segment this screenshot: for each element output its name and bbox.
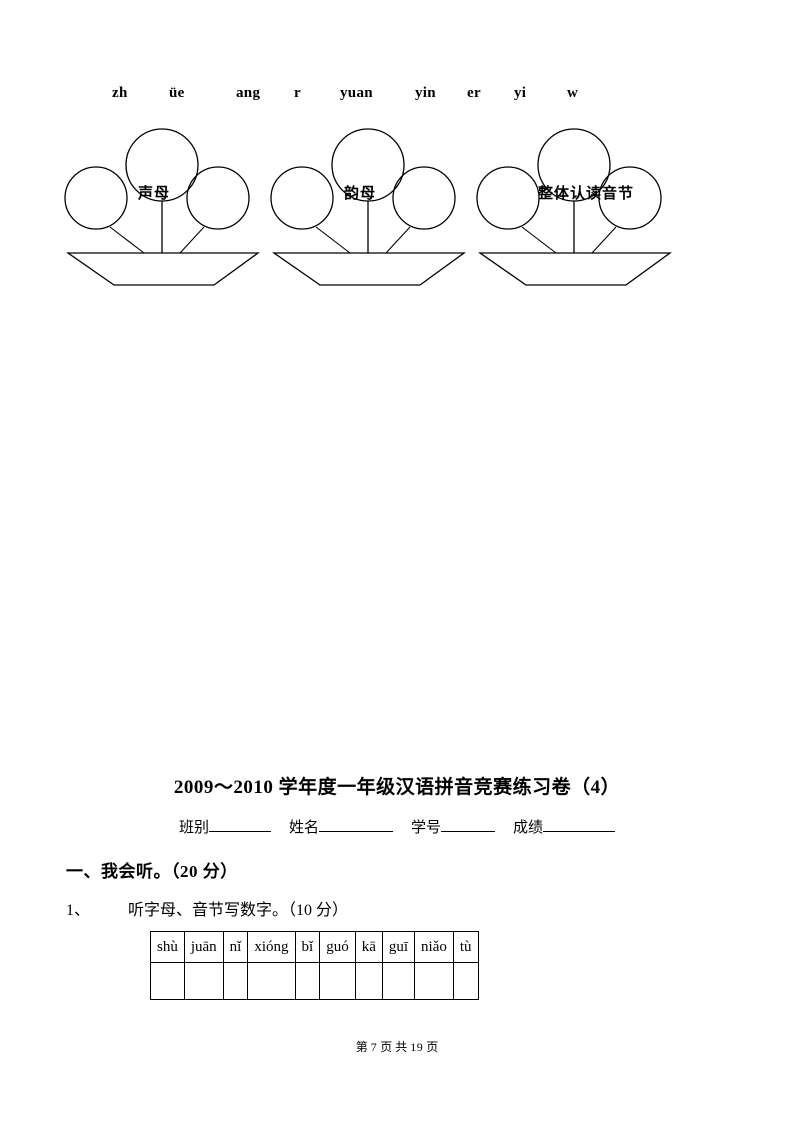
info-field-label: 成绩 [513,820,544,836]
info-field-blank[interactable] [208,817,271,832]
pinyin-letter: yin [415,85,436,101]
balloon-string-left [109,226,145,254]
balloon-circle-left [64,166,128,230]
question-1-text: 听字母、音节写数字。（10 分） [128,902,349,919]
pinyin-letter: yi [514,85,527,101]
footer-total-pages: 19 [410,1040,424,1054]
info-field-blank[interactable] [441,817,496,832]
diagram-group-shengmu: 声母 [62,120,272,310]
balloon-basket-svg [476,128,672,286]
balloon-string-left [315,226,351,254]
info-field: 成绩 [513,816,616,837]
question-1-number: 1、 [66,902,91,919]
answer-cell[interactable] [222,962,249,1000]
pinyin-letter-row: zh üe ang r yuan yin er yi w [112,85,732,109]
answer-cell[interactable] [294,962,321,1000]
syllable-cell: shù [150,931,185,963]
answer-cell[interactable] [183,962,224,1000]
pinyin-letter: ang [236,85,261,101]
syllable-cell: juān [183,931,224,963]
footer-prefix: 第 [355,1040,368,1054]
balloon-basket-svg [270,128,466,286]
balloon-circle-left [476,166,540,230]
answer-cell[interactable] [354,962,383,1000]
balloon-circle-right [186,166,250,230]
answer-cell[interactable] [150,962,185,1000]
info-field: 姓名 [289,816,393,837]
info-field-label: 班别 [178,820,209,836]
pinyin-answer-table: shù juān nǐ xióng bǐ guó kā guī niǎo tù [150,931,479,1000]
student-info-line: 班别 姓名 学号 成绩 [0,816,794,837]
footer-current-page: 7 [370,1040,378,1054]
syllable-cell: niǎo [414,931,454,963]
pinyin-letter: w [567,85,579,101]
answer-cell[interactable] [319,962,356,1000]
balloon-string-right [591,226,617,254]
info-field-label: 姓名 [288,820,319,836]
diagram-group-label: 韵母 [344,186,377,202]
basket-trapezoid [271,252,466,286]
table-row-syllables: shù juān nǐ xióng bǐ guó kā guī niǎo tù [150,931,479,963]
answer-cell[interactable] [414,962,454,1000]
syllable-cell: xióng [247,931,296,963]
info-field-label: 学号 [411,820,442,836]
info-field-blank[interactable] [319,817,393,832]
page-footer: 第 7 页 共 19 页 [0,1038,794,1055]
pinyin-letter: üe [169,85,185,101]
balloon-circle-right [392,166,456,230]
footer-middle: 页 共 [380,1040,408,1054]
sorting-diagram-area: 声母 韵母 整体认读音节 [0,120,794,310]
table-row-answers [150,962,479,1000]
diagram-group-zhengti: 整体认读音节 [474,120,684,310]
syllable-cell: bǐ [294,931,321,963]
balloon-string-left [521,226,557,254]
footer-suffix: 页 [426,1040,439,1054]
balloon-string-right [179,226,205,254]
info-field: 学号 [411,816,496,837]
pinyin-letter: er [467,85,481,101]
answer-cell[interactable] [381,962,416,1000]
diagram-group-yunmu: 韵母 [268,120,478,310]
syllable-cell: guó [319,931,356,963]
balloon-basket-svg [64,128,260,286]
info-field: 班别 [179,816,271,837]
diagram-group-label: 整体认读音节 [538,186,635,202]
pinyin-letter: r [294,85,301,101]
syllable-cell: kā [354,931,383,963]
basket-trapezoid [65,252,260,286]
pinyin-letter: zh [112,85,128,101]
exam-title: 2009～2010 学年度一年级汉语拼音竞赛练习卷（4） [173,777,621,798]
syllable-cell: guī [381,931,416,963]
syllable-cell: tù [452,931,479,963]
diagram-group-label: 声母 [138,186,171,202]
balloon-circle-left [270,166,334,230]
answer-cell[interactable] [452,962,479,1000]
syllable-cell: nǐ [222,931,249,963]
answer-cell[interactable] [247,962,296,1000]
section-heading: 一、我会听。（20 分） [66,862,238,881]
basket-trapezoid [477,252,672,286]
question-1: 1、 听字母、音节写数字。（10 分） [66,896,348,920]
info-field-blank[interactable] [543,817,616,832]
pinyin-letter: yuan [340,85,373,101]
balloon-string-right [385,226,411,254]
